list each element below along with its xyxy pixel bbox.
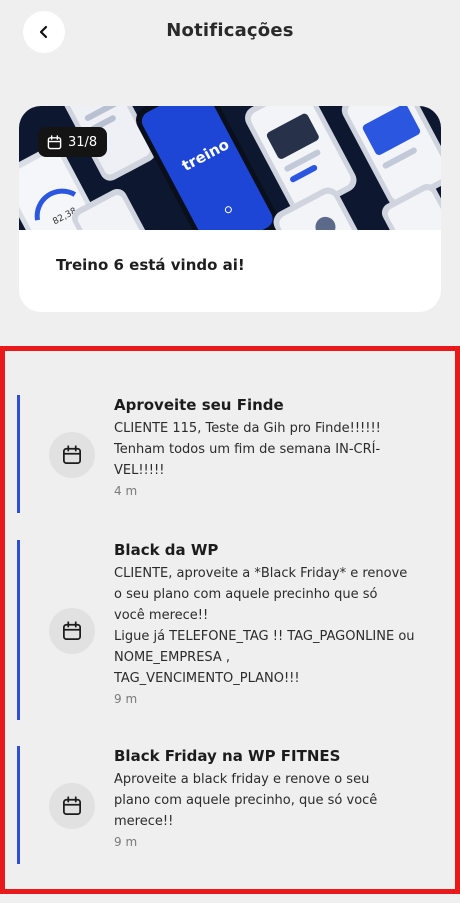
date-badge-text: 31/8 — [68, 134, 98, 150]
notification-accent-line — [17, 395, 20, 513]
notification-item[interactable]: Black Friday na WP FITNES Aproveite a bl… — [17, 746, 437, 864]
notification-body: CLIENTE 115, Teste da Gih pro Finde!!!!!… — [114, 421, 381, 478]
notification-body: CLIENTE, aproveite a *Black Friday* e re… — [114, 566, 415, 686]
notification-icon-circle — [49, 608, 95, 654]
date-badge: 31/8 — [38, 127, 108, 157]
notification-time: 4 m — [114, 484, 138, 498]
calendar-icon — [63, 621, 81, 640]
notification-time: 9 m — [114, 692, 138, 706]
calendar-icon — [63, 445, 81, 464]
banner-image: 82,38 treino — [19, 106, 441, 230]
banner-title: Treino 6 está vindo ai! — [56, 256, 245, 274]
notification-body: Aproveite a black friday e renove o seu … — [114, 772, 378, 829]
calendar-icon — [47, 134, 62, 149]
notification-title: Aproveite seu Finde — [114, 396, 284, 414]
notification-content: Black Friday na WP FITNES Aproveite a bl… — [114, 746, 429, 851]
notification-item[interactable]: Black da WP CLIENTE, aproveite a *Black … — [17, 540, 437, 720]
notification-icon-circle — [49, 783, 95, 829]
notification-content: Black da WP CLIENTE, aproveite a *Black … — [114, 540, 429, 708]
notification-icon-circle — [49, 432, 95, 478]
notification-accent-line — [17, 540, 20, 720]
notification-title: Black da WP — [114, 541, 219, 559]
header: Notificações — [0, 0, 460, 64]
notification-title: Black Friday na WP FITNES — [114, 747, 341, 765]
notification-content: Aproveite seu Finde CLIENTE 115, Teste d… — [114, 395, 429, 500]
news-banner-card[interactable]: 82,38 treino 31/8 Treino 6 está vindo ai… — [19, 106, 441, 312]
calendar-icon — [63, 796, 81, 815]
notification-time: 9 m — [114, 835, 138, 849]
notification-accent-line — [17, 746, 20, 864]
notification-item[interactable]: Aproveite seu Finde CLIENTE 115, Teste d… — [17, 395, 437, 513]
page-title: Notificações — [166, 20, 294, 41]
